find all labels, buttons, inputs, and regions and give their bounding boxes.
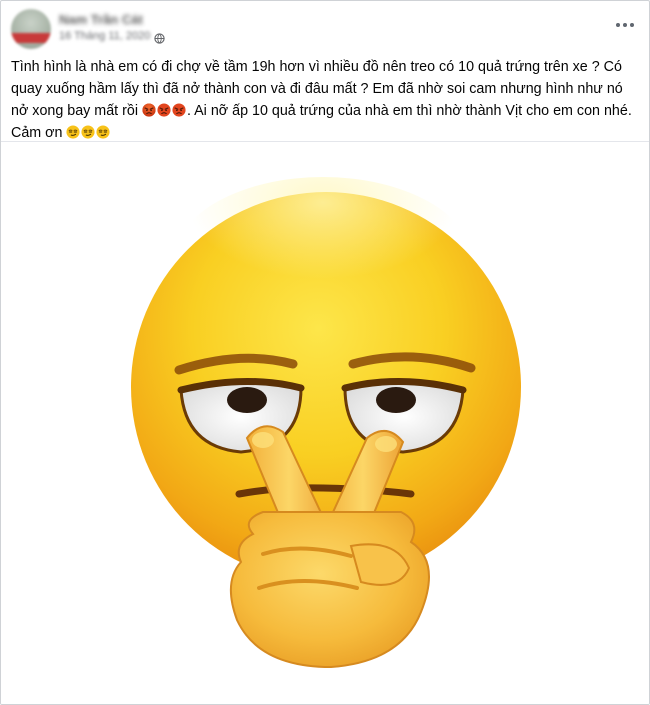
author-avatar[interactable]	[11, 9, 51, 49]
smirk-face-icon	[81, 125, 96, 139]
post-header: Nam Trần Cát 16 Tháng 11, 2020	[1, 1, 649, 51]
smirk-emoji-group	[66, 125, 111, 141]
post-meta: 16 Tháng 11, 2020	[59, 30, 166, 44]
post-date[interactable]: 16 Tháng 11, 2020	[59, 30, 150, 42]
post-text-body: Tình hình là nhà em có đi chợ về tầm 19h…	[11, 56, 637, 144]
more-options-icon	[616, 23, 634, 27]
author-name[interactable]: Nam Trần Cát	[59, 12, 143, 27]
angry-emoji-group	[142, 103, 187, 119]
avatar-image	[11, 33, 51, 43]
angry-face-icon	[172, 103, 186, 117]
post-image[interactable]	[1, 142, 649, 704]
angry-face-icon	[157, 103, 171, 117]
smirk-face-icon	[96, 125, 111, 139]
facebook-post: Nam Trần Cát 16 Tháng 11, 2020 Tình hình…	[0, 0, 650, 705]
emoji-face-peace-sign-eyes	[131, 177, 521, 669]
more-options-button[interactable]	[613, 15, 637, 35]
smirk-face-icon	[66, 125, 81, 139]
post-text: Tình hình là nhà em có đi chợ về tầm 19h…	[11, 56, 637, 144]
angry-face-icon	[142, 103, 156, 117]
globe-icon[interactable]	[154, 31, 166, 44]
